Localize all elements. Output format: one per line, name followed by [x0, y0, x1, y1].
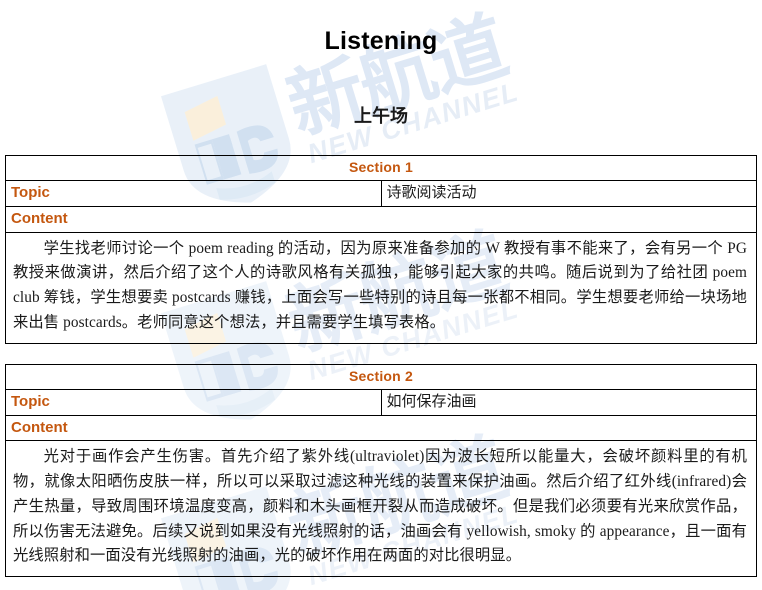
table-row: Content — [5, 414, 757, 442]
content-body-cell: 光对于画作会产生伤害。首先介绍了紫外线(ultraviolet)因为波长短所以能… — [5, 440, 757, 578]
topic-value-cell: 如何保存油画 — [380, 388, 757, 416]
session-subtitle: 上午场 — [354, 106, 408, 126]
section-2-table: Section 2 Topic 如何保存油画 Content 光对于画作会产生伤… — [5, 363, 757, 578]
table-row: 光对于画作会产生伤害。首先介绍了紫外线(ultraviolet)因为波长短所以能… — [5, 440, 757, 578]
section-header-cell: Section 1 — [5, 155, 757, 181]
page-title: Listening — [324, 27, 438, 55]
section-1-table-wrapper: Section 1 Topic 诗歌阅读活动 Content 学生找老师讨论一个… — [0, 155, 762, 344]
section-2-table-wrapper: Section 2 Topic 如何保存油画 Content 光对于画作会产生伤… — [0, 363, 762, 578]
table-row: Topic 如何保存油画 — [5, 388, 757, 416]
section-1-table: Section 1 Topic 诗歌阅读活动 Content 学生找老师讨论一个… — [5, 155, 757, 344]
section-2-content-text: 光对于画作会产生伤害。首先介绍了紫外线(ultraviolet)因为波长短所以能… — [13, 448, 747, 565]
table-row: Section 2 — [5, 363, 757, 390]
content-label-cell: Content — [5, 414, 757, 442]
table-row: Topic 诗歌阅读活动 — [5, 179, 757, 208]
section-header-cell: Section 2 — [5, 363, 757, 390]
table-row: Section 1 — [5, 155, 757, 181]
section-1-content-text: 学生找老师讨论一个 poem reading 的活动，因为原来准备参加的 W 教… — [13, 239, 747, 331]
topic-label-cell: Topic — [5, 179, 382, 208]
content-label-cell: Content — [5, 206, 757, 233]
content-body-cell: 学生找老师讨论一个 poem reading 的活动，因为原来准备参加的 W 教… — [5, 231, 757, 344]
document-body: Listening 上午场 Section 1 Topic 诗歌阅读活动 Con… — [0, 0, 762, 578]
topic-value-cell: 诗歌阅读活动 — [380, 179, 757, 208]
table-row: Content — [5, 206, 757, 233]
table-row: 学生找老师讨论一个 poem reading 的活动，因为原来准备参加的 W 教… — [5, 231, 757, 344]
topic-label-cell: Topic — [5, 388, 382, 416]
